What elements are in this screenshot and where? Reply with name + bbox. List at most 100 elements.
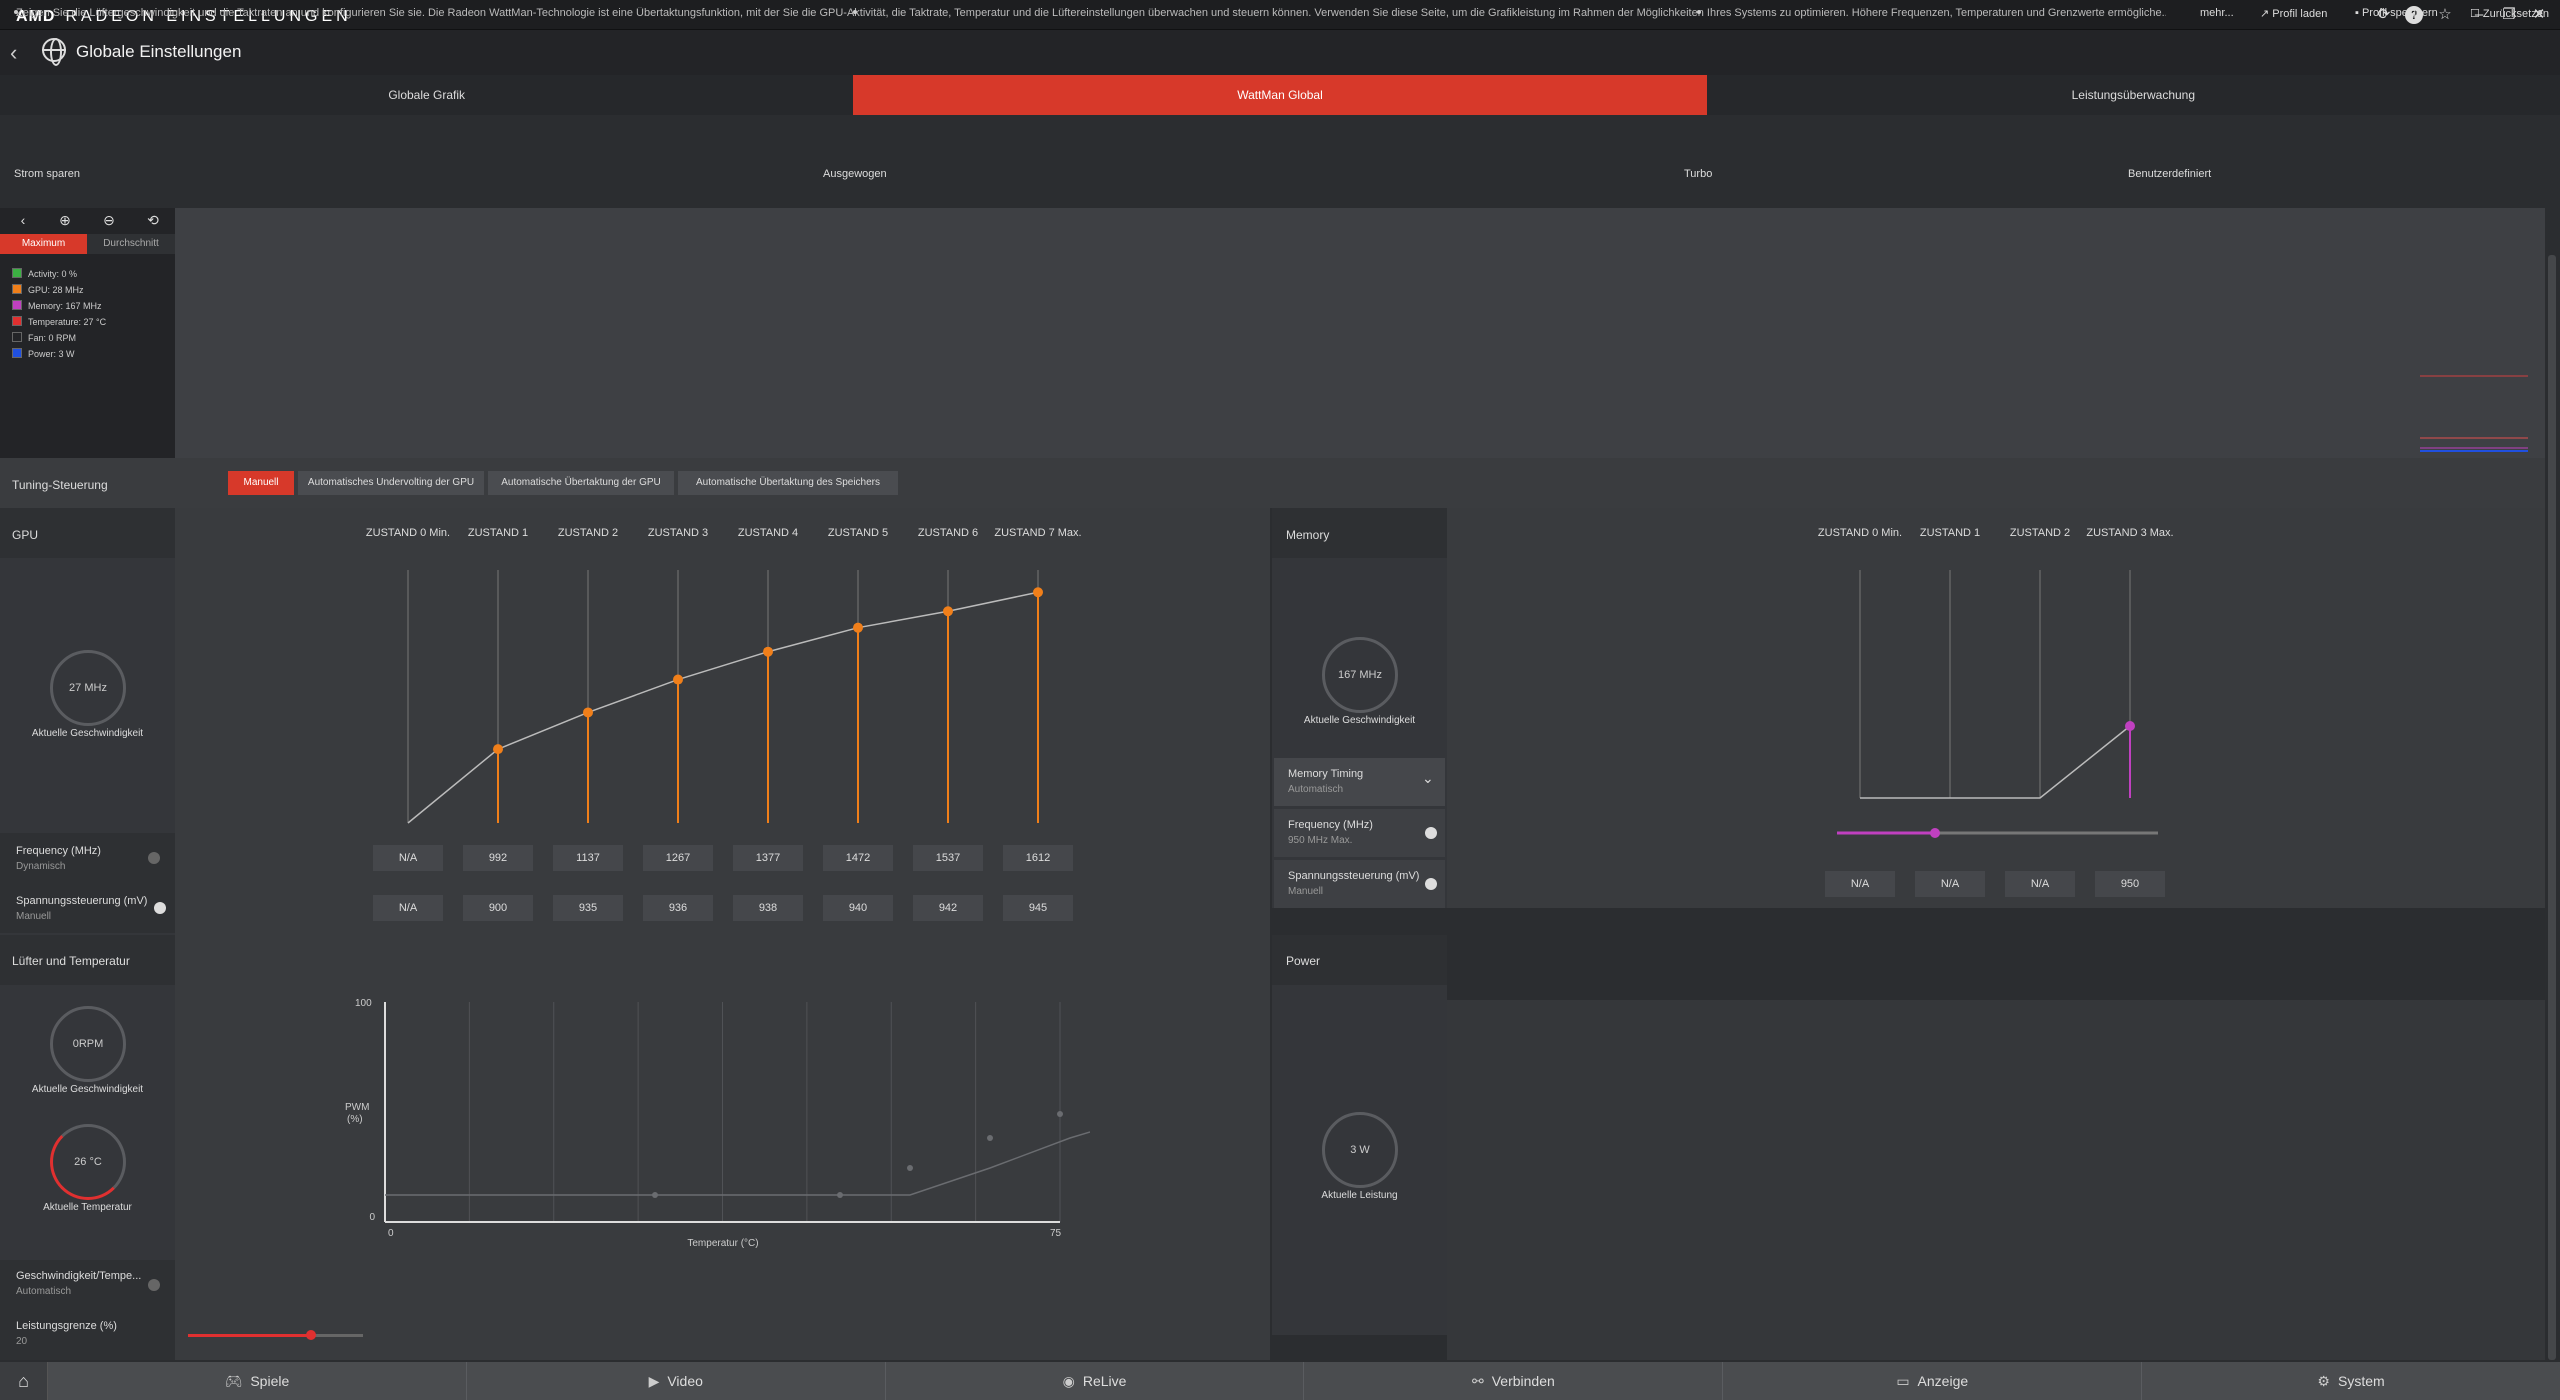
gpu-voltage-cell[interactable]: 935 [553, 895, 623, 921]
gpu-state-point[interactable] [673, 674, 683, 685]
memory-state-point[interactable] [2125, 721, 2135, 731]
power-gauge: 3 W [1322, 1112, 1398, 1188]
memory-voltage-setting[interactable]: Spannungssteuerung (mV) Manuell [1274, 860, 1445, 908]
fan-curve-point[interactable] [907, 1165, 913, 1171]
gpu-frequency-cell[interactable]: 992 [463, 845, 533, 871]
gpu-voltage-cell[interactable]: 936 [643, 895, 713, 921]
preset-benutzerdefiniert[interactable]: Benutzerdefiniert [2128, 168, 2211, 180]
tuning-auto-undervolt-button[interactable]: Automatisches Undervolting der GPU [298, 471, 484, 495]
gpu-voltage-cell[interactable]: 940 [823, 895, 893, 921]
save-profile-button[interactable]: ▪ Profil speichern [2355, 7, 2438, 19]
home-icon[interactable]: ⌂ [0, 1362, 48, 1400]
gpu-state-point[interactable] [853, 622, 863, 633]
gpu-state-point[interactable] [1033, 587, 1043, 598]
graph-back-icon[interactable]: ‹ [8, 212, 38, 232]
nav-verbinden[interactable]: ⚯ Verbinden [1304, 1362, 1724, 1400]
fan-curve-setting[interactable]: Geschwindigkeit/Tempe... Automatisch [0, 1260, 175, 1310]
reset-button[interactable]: ☐ Zurücksetzen [2470, 7, 2549, 20]
zoom-out-icon[interactable]: ⊖ [94, 212, 124, 232]
gpu-frequency-cell[interactable]: 1137 [553, 845, 623, 871]
legend-fan[interactable]: Fan: 0 RPM [12, 331, 76, 345]
nav-system[interactable]: ⚙ System [2142, 1362, 2560, 1400]
gpu-frequency-cell[interactable]: N/A [373, 845, 443, 871]
info-text: Zeigen Sie die Lüftergeschwindigkeit und… [16, 7, 2166, 19]
fan-ymax-label: 100 [355, 998, 372, 1009]
memory-voltage-cell[interactable]: N/A [1915, 871, 1985, 897]
preset-ausgewogen[interactable]: Ausgewogen [823, 168, 887, 180]
tab-wattman-global[interactable]: WattMan Global [853, 75, 1707, 115]
memory-speed-gauge: 167 MHz [1322, 637, 1398, 713]
gpu-state-point[interactable] [493, 744, 503, 755]
nav-label: Spiele [250, 1373, 290, 1389]
legend-gpu[interactable]: GPU: 28 MHz [12, 283, 84, 297]
gpu-state-point[interactable] [763, 646, 773, 657]
gpu-voltage-cell[interactable]: N/A [373, 895, 443, 921]
page-header [0, 30, 2560, 75]
memory-frequency-setting[interactable]: Frequency (MHz) 950 MHz Max. [1274, 809, 1445, 857]
fan-curve-point[interactable] [837, 1192, 843, 1198]
memory-voltage-toggle[interactable] [1425, 878, 1437, 890]
memory-voltage-cell[interactable]: N/A [1825, 871, 1895, 897]
gpu-voltage-toggle[interactable] [154, 902, 166, 914]
legend-power[interactable]: Power: 3 W [12, 347, 75, 361]
chevron-down-icon: ⌄ [1422, 770, 1434, 786]
gpu-voltage-cell[interactable]: 942 [913, 895, 983, 921]
gpu-state-point[interactable] [943, 606, 953, 617]
power-limit-setting[interactable]: Leistungsgrenze (%) 20 [0, 1310, 175, 1360]
reset-icon: ☐ [2470, 8, 2483, 20]
memory-frequency-toggle[interactable] [1425, 827, 1437, 839]
fan-curve-point[interactable] [1057, 1111, 1063, 1117]
power-limit-slider[interactable] [188, 1330, 363, 1340]
gpu-frequency-cell[interactable]: 1472 [823, 845, 893, 871]
graph-average-tab[interactable]: Durchschnitt [87, 234, 175, 254]
power-limit-handle[interactable] [305, 1330, 316, 1340]
memory-frequency-max: 950 MHz Max. [1288, 835, 1353, 846]
gpu-frequency-cell[interactable]: 1537 [913, 845, 983, 871]
fan-curve-toggle[interactable] [148, 1279, 160, 1291]
nav-spiele[interactable]: 🎮︎ Spiele [48, 1362, 467, 1400]
performance-graph [0, 208, 2545, 458]
tuning-auto-oc-gpu-button[interactable]: Automatische Übertaktung der GPU [488, 471, 674, 495]
gpu-frequency-cell[interactable]: 1377 [733, 845, 803, 871]
load-profile-button[interactable]: ↗ Profil laden [2260, 7, 2327, 20]
nav-anzeige[interactable]: ▭ Anzeige [1723, 1362, 2143, 1400]
scrollbar[interactable] [2548, 255, 2556, 1360]
star-icon[interactable]: ☆ [2436, 6, 2454, 24]
tuning-auto-oc-memory-button[interactable]: Automatische Übertaktung des Speichers [678, 471, 898, 495]
gpu-frequency-cell[interactable]: 1612 [1003, 845, 1073, 871]
gpu-voltage-setting[interactable]: Spannungssteuerung (mV) Manuell [0, 883, 175, 933]
fan-curve-label: Geschwindigkeit/Tempe... [16, 1270, 142, 1282]
nav-video[interactable]: ▶ Video [466, 1362, 886, 1400]
play-icon: ▶ [648, 1373, 660, 1389]
legend-activity[interactable]: Activity: 0 % [12, 267, 77, 281]
gpu-voltage-cell[interactable]: 938 [733, 895, 803, 921]
gpu-frequency-toggle[interactable] [148, 852, 160, 864]
gpu-frequency-cell[interactable]: 1267 [643, 845, 713, 871]
tab-globale-grafik[interactable]: Globale Grafik [0, 75, 854, 115]
back-icon[interactable]: ‹ [10, 40, 17, 66]
graph-maximum-tab[interactable]: Maximum [0, 234, 87, 254]
legend-label: Power: 3 W [28, 349, 75, 359]
reset-zoom-icon[interactable]: ⟲ [138, 212, 168, 232]
gpu-voltage-cell[interactable]: 900 [463, 895, 533, 921]
fan-curve-chart: 100 0 0 75 PWM (%) Temperatur (°C) [345, 998, 1090, 1249]
preset-strom-sparen[interactable]: Strom sparen [14, 168, 80, 180]
memory-voltage-cell[interactable]: 950 [2095, 871, 2165, 897]
fan-curve-point[interactable] [652, 1192, 658, 1198]
preset-turbo[interactable]: Turbo [1684, 168, 1712, 180]
zoom-in-icon[interactable]: ⊕ [50, 212, 80, 232]
tab-leistungsueberwachung[interactable]: Leistungsüberwachung [1706, 75, 2560, 115]
memory-timing-dropdown[interactable]: Memory Timing Automatisch ⌄ [1274, 758, 1445, 806]
gpu-voltage-cell[interactable]: 945 [1003, 895, 1073, 921]
memory-frequency-handle[interactable] [1930, 828, 1940, 838]
legend-temperature[interactable]: Temperature: 27 °C [12, 315, 106, 329]
info-bar [0, 124, 2560, 150]
more-link[interactable]: mehr... [2200, 7, 2234, 19]
legend-memory[interactable]: Memory: 167 MHz [12, 299, 102, 313]
gpu-frequency-setting[interactable]: Frequency (MHz) Dynamisch [0, 833, 175, 883]
fan-curve-point[interactable] [987, 1135, 993, 1141]
tuning-manual-button[interactable]: Manuell [228, 471, 294, 495]
memory-voltage-cell[interactable]: N/A [2005, 871, 2075, 897]
gpu-state-point[interactable] [583, 707, 593, 718]
nav-relive[interactable]: ◉ ReLive [885, 1362, 1305, 1400]
